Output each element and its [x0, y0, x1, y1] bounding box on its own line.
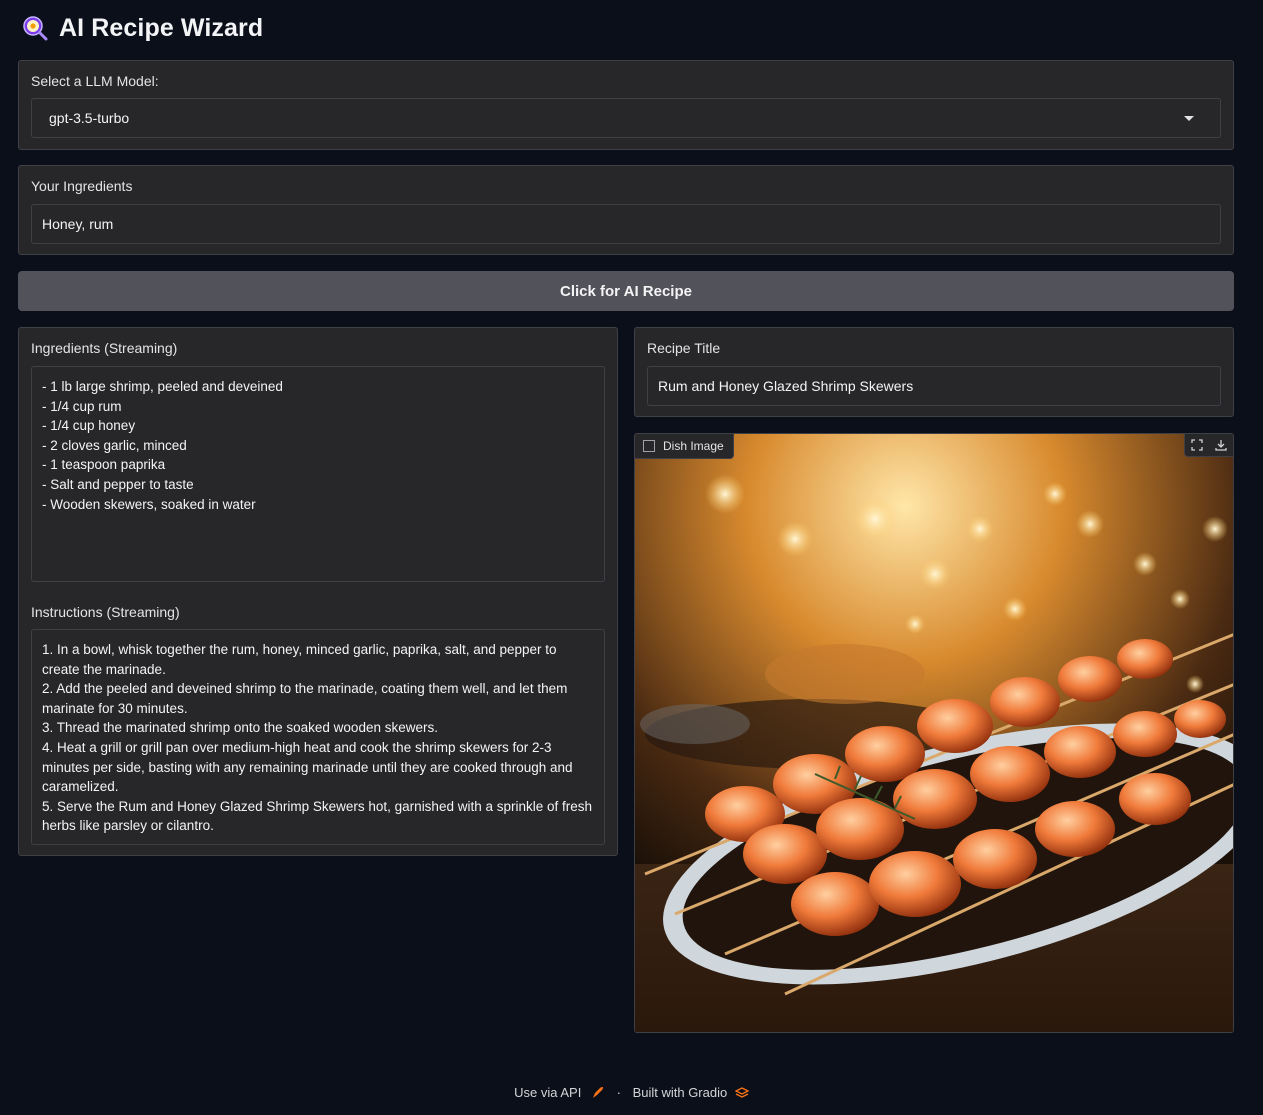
ingredients-input[interactable]: Honey, rum [31, 204, 1221, 244]
ingredients-output-label: Ingredients (Streaming) [31, 340, 178, 356]
dish-image [635, 434, 1233, 1032]
ingredient-line: - 1/4 cup honey [42, 418, 136, 434]
model-dropdown-value: gpt-3.5-turbo [49, 110, 130, 126]
gradio-logo-icon [734, 1086, 750, 1098]
ingredients-input-label: Your Ingredients [31, 178, 133, 194]
instruction-line: 1. In a bowl, whisk together the rum, ho… [42, 642, 557, 677]
image-icon [643, 440, 655, 452]
magnifier-egg-icon [23, 16, 48, 41]
ingredient-line: - 1 lb large shrimp, peeled and deveined [42, 379, 283, 394]
instruction-line: 2. Add the peeled and deveined shrimp to… [42, 681, 568, 716]
ingredient-line: - Salt and pepper to taste [42, 476, 194, 492]
rocket-icon [592, 1086, 603, 1098]
footer-separator: · [616, 1085, 621, 1101]
dish-image-label-text: Dish Image [663, 439, 724, 453]
ingredient-line: - 1/4 cup rum [42, 398, 122, 414]
footer: Use via API · Built with Gradio [0, 1084, 1263, 1100]
model-dropdown[interactable]: gpt-3.5-turbo [31, 98, 1221, 138]
recipe-title-label: Recipe Title [647, 340, 721, 356]
built-with-gradio-link[interactable]: Built with Gradio [633, 1085, 728, 1100]
ingredients-input-value: Honey, rum [42, 216, 114, 232]
instruction-line: 5. Serve the Rum and Honey Glazed Shrimp… [42, 798, 593, 834]
recipe-title-panel: Recipe Title Rum and Honey Glazed Shrimp… [634, 327, 1234, 417]
generate-recipe-button[interactable]: Click for AI Recipe [18, 271, 1234, 311]
dish-image-panel: Dish Image [634, 433, 1234, 1033]
app-header: AI Recipe Wizard [22, 12, 263, 44]
chevron-down-icon[interactable] [1184, 116, 1194, 121]
ingredient-line: - Wooden skewers, soaked in water [42, 496, 256, 512]
page-title: AI Recipe Wizard [59, 13, 264, 42]
recipe-title-field[interactable]: Rum and Honey Glazed Shrimp Skewers [647, 366, 1221, 406]
recipe-title-value: Rum and Honey Glazed Shrimp Skewers [658, 378, 914, 394]
instruction-line: 3. Thread the marinated shrimp onto the … [42, 720, 438, 736]
instruction-line: 4. Heat a grill or grill pan over medium… [42, 739, 573, 795]
streaming-output-panel: Ingredients (Streaming) - 1 lb large shr… [18, 327, 618, 856]
ingredients-output-box[interactable]: - 1 lb large shrimp, peeled and deveined… [31, 366, 605, 582]
use-api-link[interactable]: Use via API [514, 1085, 581, 1100]
ingredient-line: - 1 teaspoon paprika [42, 457, 166, 473]
download-icon[interactable] [1209, 434, 1233, 456]
fullscreen-icon[interactable] [1185, 434, 1209, 456]
instructions-output-box[interactable]: 1. In a bowl, whisk together the rum, ho… [31, 629, 605, 845]
ingredients-input-panel: Your Ingredients Honey, rum [18, 165, 1234, 255]
dish-image-label: Dish Image [635, 434, 734, 459]
model-select-label: Select a LLM Model: [31, 73, 159, 89]
model-select-panel: Select a LLM Model: gpt-3.5-turbo [18, 60, 1234, 150]
image-toolbar [1184, 434, 1233, 457]
instructions-output-label: Instructions (Streaming) [31, 604, 180, 620]
ingredient-line: - 2 cloves garlic, minced [42, 437, 187, 453]
